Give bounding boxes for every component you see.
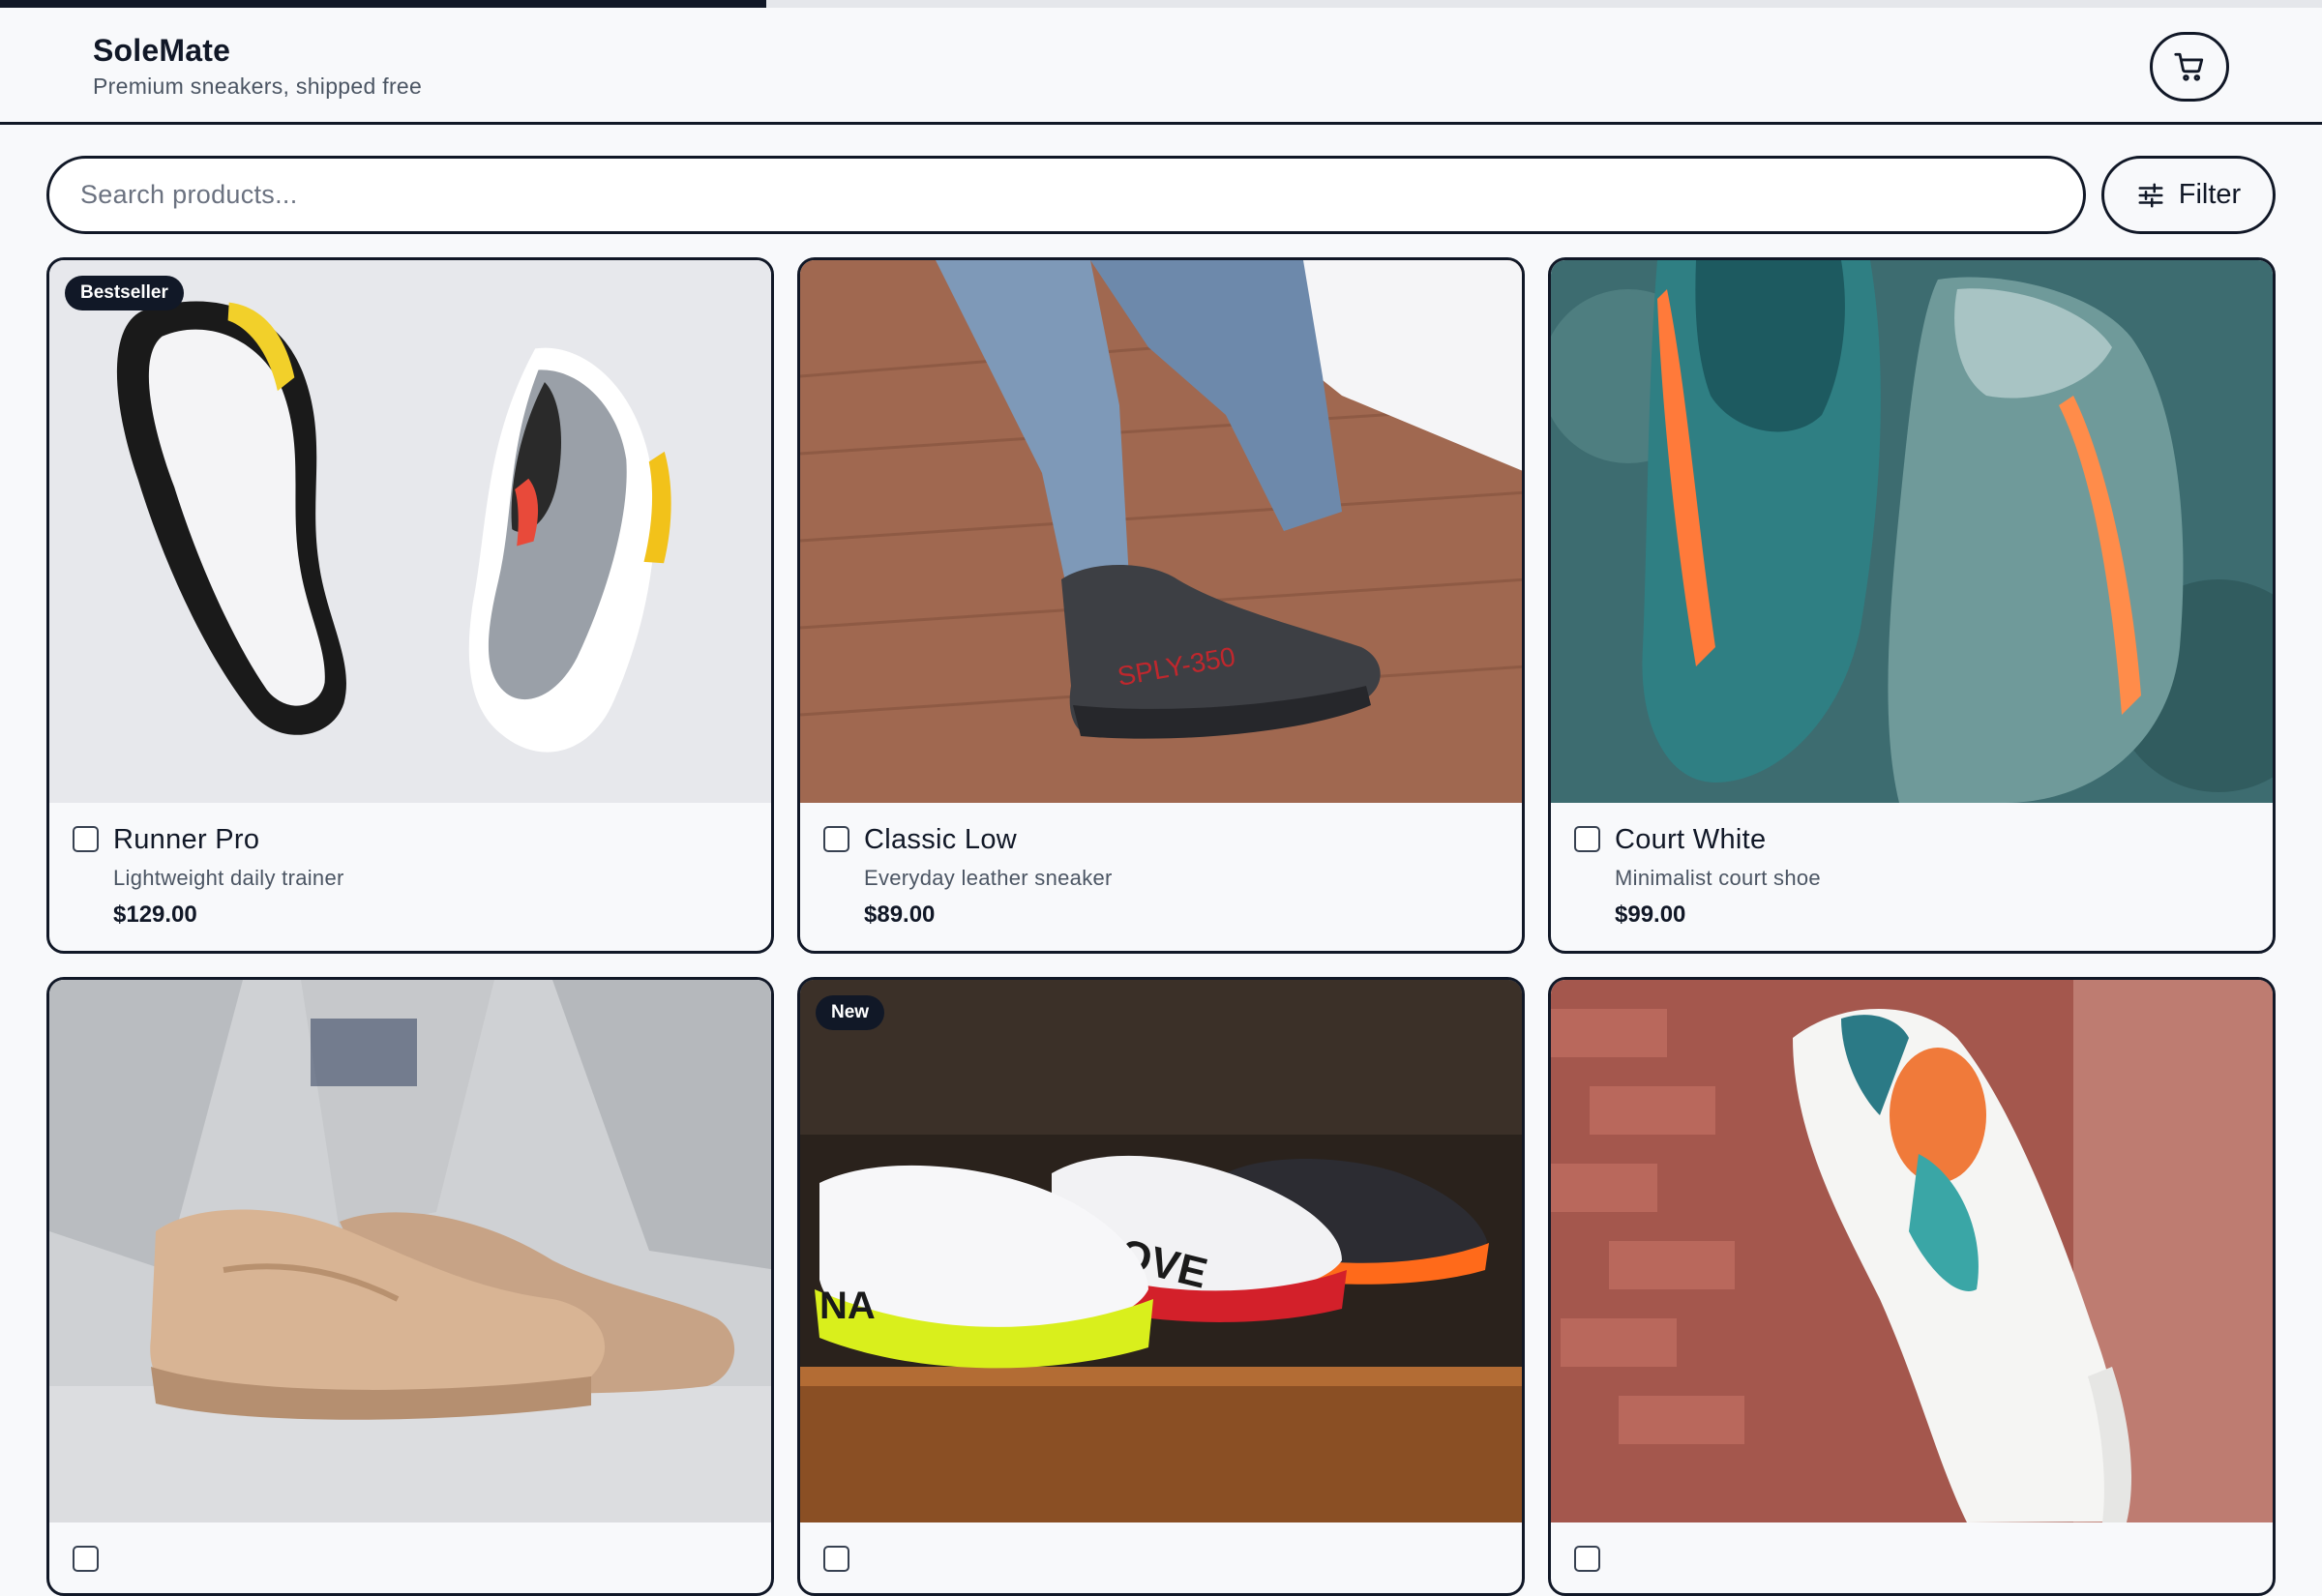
- product-image[interactable]: SPLY-350: [800, 260, 1522, 803]
- product-description: Lightweight daily trainer: [113, 866, 344, 890]
- product-info: [49, 1522, 771, 1593]
- product-price: $89.00: [864, 901, 936, 928]
- product-info: Court White Minimalist court shoe $99.00: [1551, 803, 2273, 951]
- product-badge: Bestseller: [65, 276, 184, 310]
- compare-checkbox[interactable]: [823, 826, 849, 852]
- product-image[interactable]: LOVE NA New: [800, 980, 1522, 1522]
- product-badge: New: [816, 995, 885, 1030]
- search-input[interactable]: Search products...: [46, 156, 2086, 234]
- product-card[interactable]: Court White Minimalist court shoe $99.00: [1548, 257, 2276, 954]
- brand-tagline: Premium sneakers, shipped free: [93, 74, 423, 99]
- brand-title[interactable]: SoleMate: [93, 33, 230, 69]
- compare-checkbox[interactable]: [73, 1546, 99, 1572]
- compare-checkbox[interactable]: [823, 1546, 849, 1572]
- product-description: Everyday leather sneaker: [864, 866, 1113, 890]
- site-header: SoleMate Premium sneakers, shipped free: [0, 8, 2322, 125]
- cart-icon: [2174, 52, 2204, 81]
- product-price: $99.00: [1615, 901, 1686, 928]
- filter-button[interactable]: Filter: [2101, 156, 2276, 234]
- sliders-icon: [2138, 183, 2163, 207]
- compare-checkbox[interactable]: [1574, 1546, 1600, 1572]
- product-card[interactable]: Bestseller Runner Pro Lightweight daily …: [46, 257, 774, 954]
- compare-checkbox[interactable]: [1574, 826, 1600, 852]
- product-info: [1551, 1522, 2273, 1593]
- product-name[interactable]: Court White: [1615, 824, 1766, 856]
- filter-label: Filter: [2178, 179, 2242, 210]
- product-card[interactable]: [46, 977, 774, 1596]
- product-image[interactable]: Bestseller: [49, 260, 771, 803]
- product-info: [800, 1522, 1522, 1593]
- product-image[interactable]: [1551, 980, 2273, 1522]
- product-card[interactable]: LOVE NA New: [797, 977, 1525, 1596]
- product-info: Classic Low Everyday leather sneaker $89…: [800, 803, 1522, 951]
- page-progress-fill: [0, 0, 766, 8]
- compare-checkbox[interactable]: [73, 826, 99, 852]
- product-info: Runner Pro Lightweight daily trainer $12…: [49, 803, 771, 951]
- product-name[interactable]: Classic Low: [864, 824, 1017, 856]
- svg-text:NA: NA: [819, 1285, 876, 1327]
- product-card[interactable]: SPLY-350 Classic Low Everyday leather sn…: [797, 257, 1525, 954]
- product-image[interactable]: [49, 980, 771, 1522]
- product-card[interactable]: [1548, 977, 2276, 1596]
- product-price: $129.00: [113, 901, 197, 928]
- page-progress-bar: [0, 0, 2322, 8]
- product-image[interactable]: [1551, 260, 2273, 803]
- product-description: Minimalist court shoe: [1615, 866, 1821, 890]
- search-placeholder: Search products...: [80, 180, 298, 209]
- cart-button[interactable]: [2150, 32, 2229, 102]
- product-name[interactable]: Runner Pro: [113, 824, 259, 856]
